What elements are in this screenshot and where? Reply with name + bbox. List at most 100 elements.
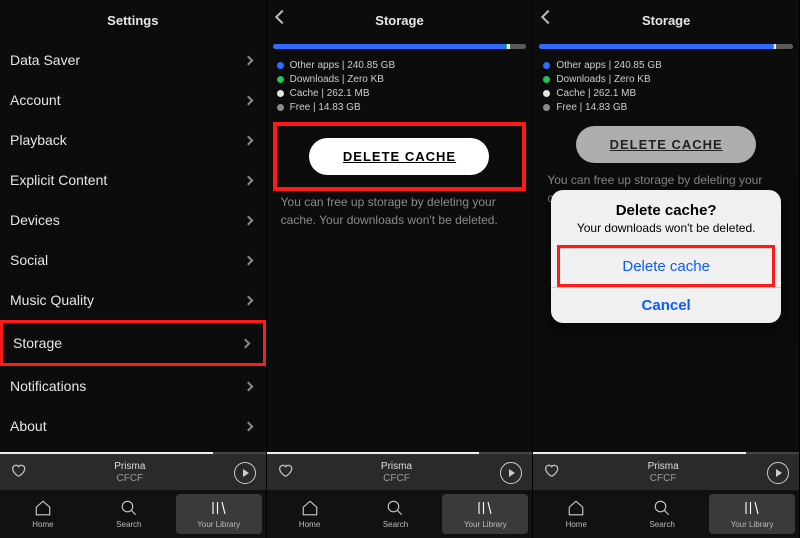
dot-icon bbox=[543, 76, 550, 83]
now-playing-info: Prisma CFCF bbox=[26, 461, 234, 485]
label: About bbox=[10, 418, 47, 434]
row-storage[interactable]: Storage bbox=[0, 320, 266, 366]
tab-search[interactable]: Search bbox=[353, 490, 439, 538]
now-playing-bar[interactable]: Prisma CFCF bbox=[267, 454, 533, 490]
page-title: Storage bbox=[375, 13, 423, 28]
chevron-right-icon bbox=[243, 95, 253, 105]
row-data-saver[interactable]: Data Saver bbox=[0, 40, 266, 80]
tab-bar: Home Search Your Library bbox=[533, 490, 799, 538]
play-icon[interactable] bbox=[767, 462, 789, 484]
tab-library[interactable]: Your Library bbox=[709, 494, 795, 534]
tab-search[interactable]: Search bbox=[86, 490, 172, 538]
heart-icon[interactable] bbox=[277, 462, 293, 483]
tab-home[interactable]: Home bbox=[533, 490, 619, 538]
chevron-right-icon bbox=[243, 255, 253, 265]
tab-library[interactable]: Your Library bbox=[442, 494, 528, 534]
dot-icon bbox=[543, 62, 550, 69]
delete-cache-button[interactable]: DELETE CACHE bbox=[576, 126, 756, 163]
label: Social bbox=[10, 252, 48, 268]
alert-cancel-button[interactable]: Cancel bbox=[551, 287, 781, 323]
legend-other-apps: Other apps | 240.85 GB bbox=[277, 60, 523, 71]
legend-other-apps: Other apps | 240.85 GB bbox=[543, 60, 789, 71]
row-music-quality[interactable]: Music Quality bbox=[0, 280, 266, 320]
alert-confirm-button[interactable]: Delete cache bbox=[560, 248, 772, 284]
chevron-right-icon bbox=[240, 338, 250, 348]
header: Storage bbox=[533, 0, 799, 40]
storage-legend: Other apps | 240.85 GB Downloads | Zero … bbox=[267, 57, 533, 116]
label: Storage bbox=[13, 335, 62, 351]
dot-icon bbox=[277, 62, 284, 69]
label: Account bbox=[10, 92, 61, 108]
track-artist: CFCF bbox=[559, 473, 767, 485]
chevron-right-icon bbox=[243, 135, 253, 145]
label: Playback bbox=[10, 132, 67, 148]
legend-free: Free | 14.83 GB bbox=[543, 102, 789, 113]
label: Notifications bbox=[10, 378, 86, 394]
label: Music Quality bbox=[10, 292, 94, 308]
dot-icon bbox=[543, 104, 550, 111]
track-title: Prisma bbox=[559, 461, 767, 473]
tab-bar: Home Search Your Library bbox=[267, 490, 533, 538]
back-icon[interactable] bbox=[541, 10, 555, 24]
dot-icon bbox=[277, 90, 284, 97]
helper-text: You can free up storage by deleting your… bbox=[267, 193, 533, 229]
play-icon[interactable] bbox=[234, 462, 256, 484]
row-explicit-content[interactable]: Explicit Content bbox=[0, 160, 266, 200]
dot-icon bbox=[277, 76, 284, 83]
tab-label: Home bbox=[32, 520, 53, 529]
now-playing-info: Prisma CFCF bbox=[559, 461, 767, 485]
storage-legend: Other apps | 240.85 GB Downloads | Zero … bbox=[533, 57, 799, 116]
chevron-right-icon bbox=[243, 295, 253, 305]
tab-label: Search bbox=[383, 520, 408, 529]
storage-usage-bar bbox=[273, 44, 527, 49]
tab-home[interactable]: Home bbox=[267, 490, 353, 538]
heart-icon[interactable] bbox=[10, 462, 26, 483]
back-icon[interactable] bbox=[275, 10, 289, 24]
label: Data Saver bbox=[10, 52, 80, 68]
highlight-frame: DELETE CACHE bbox=[273, 122, 527, 191]
row-notifications[interactable]: Notifications bbox=[0, 366, 266, 406]
delete-cache-alert: Delete cache? Your downloads won't be de… bbox=[551, 190, 781, 323]
tab-label: Your Library bbox=[197, 520, 240, 529]
tab-bar: Home Search Your Library bbox=[0, 490, 266, 538]
tab-search[interactable]: Search bbox=[619, 490, 705, 538]
row-about[interactable]: About bbox=[0, 406, 266, 446]
seg-other-apps bbox=[539, 44, 772, 49]
settings-list: Data Saver Account Playback Explicit Con… bbox=[0, 40, 266, 452]
alert-title: Delete cache? bbox=[551, 190, 781, 221]
row-account[interactable]: Account bbox=[0, 80, 266, 120]
pane-storage-alert: Storage Other apps | 240.85 GB Downloads… bbox=[533, 0, 800, 538]
now-playing-info: Prisma CFCF bbox=[293, 461, 501, 485]
dot-icon bbox=[543, 90, 550, 97]
tab-home[interactable]: Home bbox=[0, 490, 86, 538]
header: Storage bbox=[267, 0, 533, 40]
legend-downloads: Downloads | Zero KB bbox=[277, 74, 523, 85]
tab-library[interactable]: Your Library bbox=[176, 494, 262, 534]
storage-usage-bar bbox=[539, 44, 793, 49]
row-devices[interactable]: Devices bbox=[0, 200, 266, 240]
seg-free bbox=[510, 44, 526, 49]
highlight-frame: Delete cache bbox=[557, 245, 775, 287]
now-playing-bar[interactable]: Prisma CFCF bbox=[0, 454, 266, 490]
legend-downloads: Downloads | Zero KB bbox=[543, 74, 789, 85]
tab-label: Search bbox=[649, 520, 674, 529]
legend-free: Free | 14.83 GB bbox=[277, 102, 523, 113]
page-title: Settings bbox=[107, 13, 158, 28]
alert-message: Your downloads won't be deleted. bbox=[551, 221, 781, 245]
tab-label: Search bbox=[116, 520, 141, 529]
chevron-right-icon bbox=[243, 381, 253, 391]
row-playback[interactable]: Playback bbox=[0, 120, 266, 160]
heart-icon[interactable] bbox=[543, 462, 559, 483]
delete-cache-button[interactable]: DELETE CACHE bbox=[309, 138, 489, 175]
pane-settings: Settings Data Saver Account Playback Exp… bbox=[0, 0, 267, 538]
now-playing-bar[interactable]: Prisma CFCF bbox=[533, 454, 799, 490]
track-title: Prisma bbox=[26, 461, 234, 473]
row-social[interactable]: Social bbox=[0, 240, 266, 280]
tab-label: Home bbox=[299, 520, 320, 529]
chevron-right-icon bbox=[243, 215, 253, 225]
play-icon[interactable] bbox=[500, 462, 522, 484]
label: Explicit Content bbox=[10, 172, 107, 188]
chevron-right-icon bbox=[243, 55, 253, 65]
pane-storage: Storage Other apps | 240.85 GB Downloads… bbox=[267, 0, 534, 538]
seg-free bbox=[776, 44, 792, 49]
